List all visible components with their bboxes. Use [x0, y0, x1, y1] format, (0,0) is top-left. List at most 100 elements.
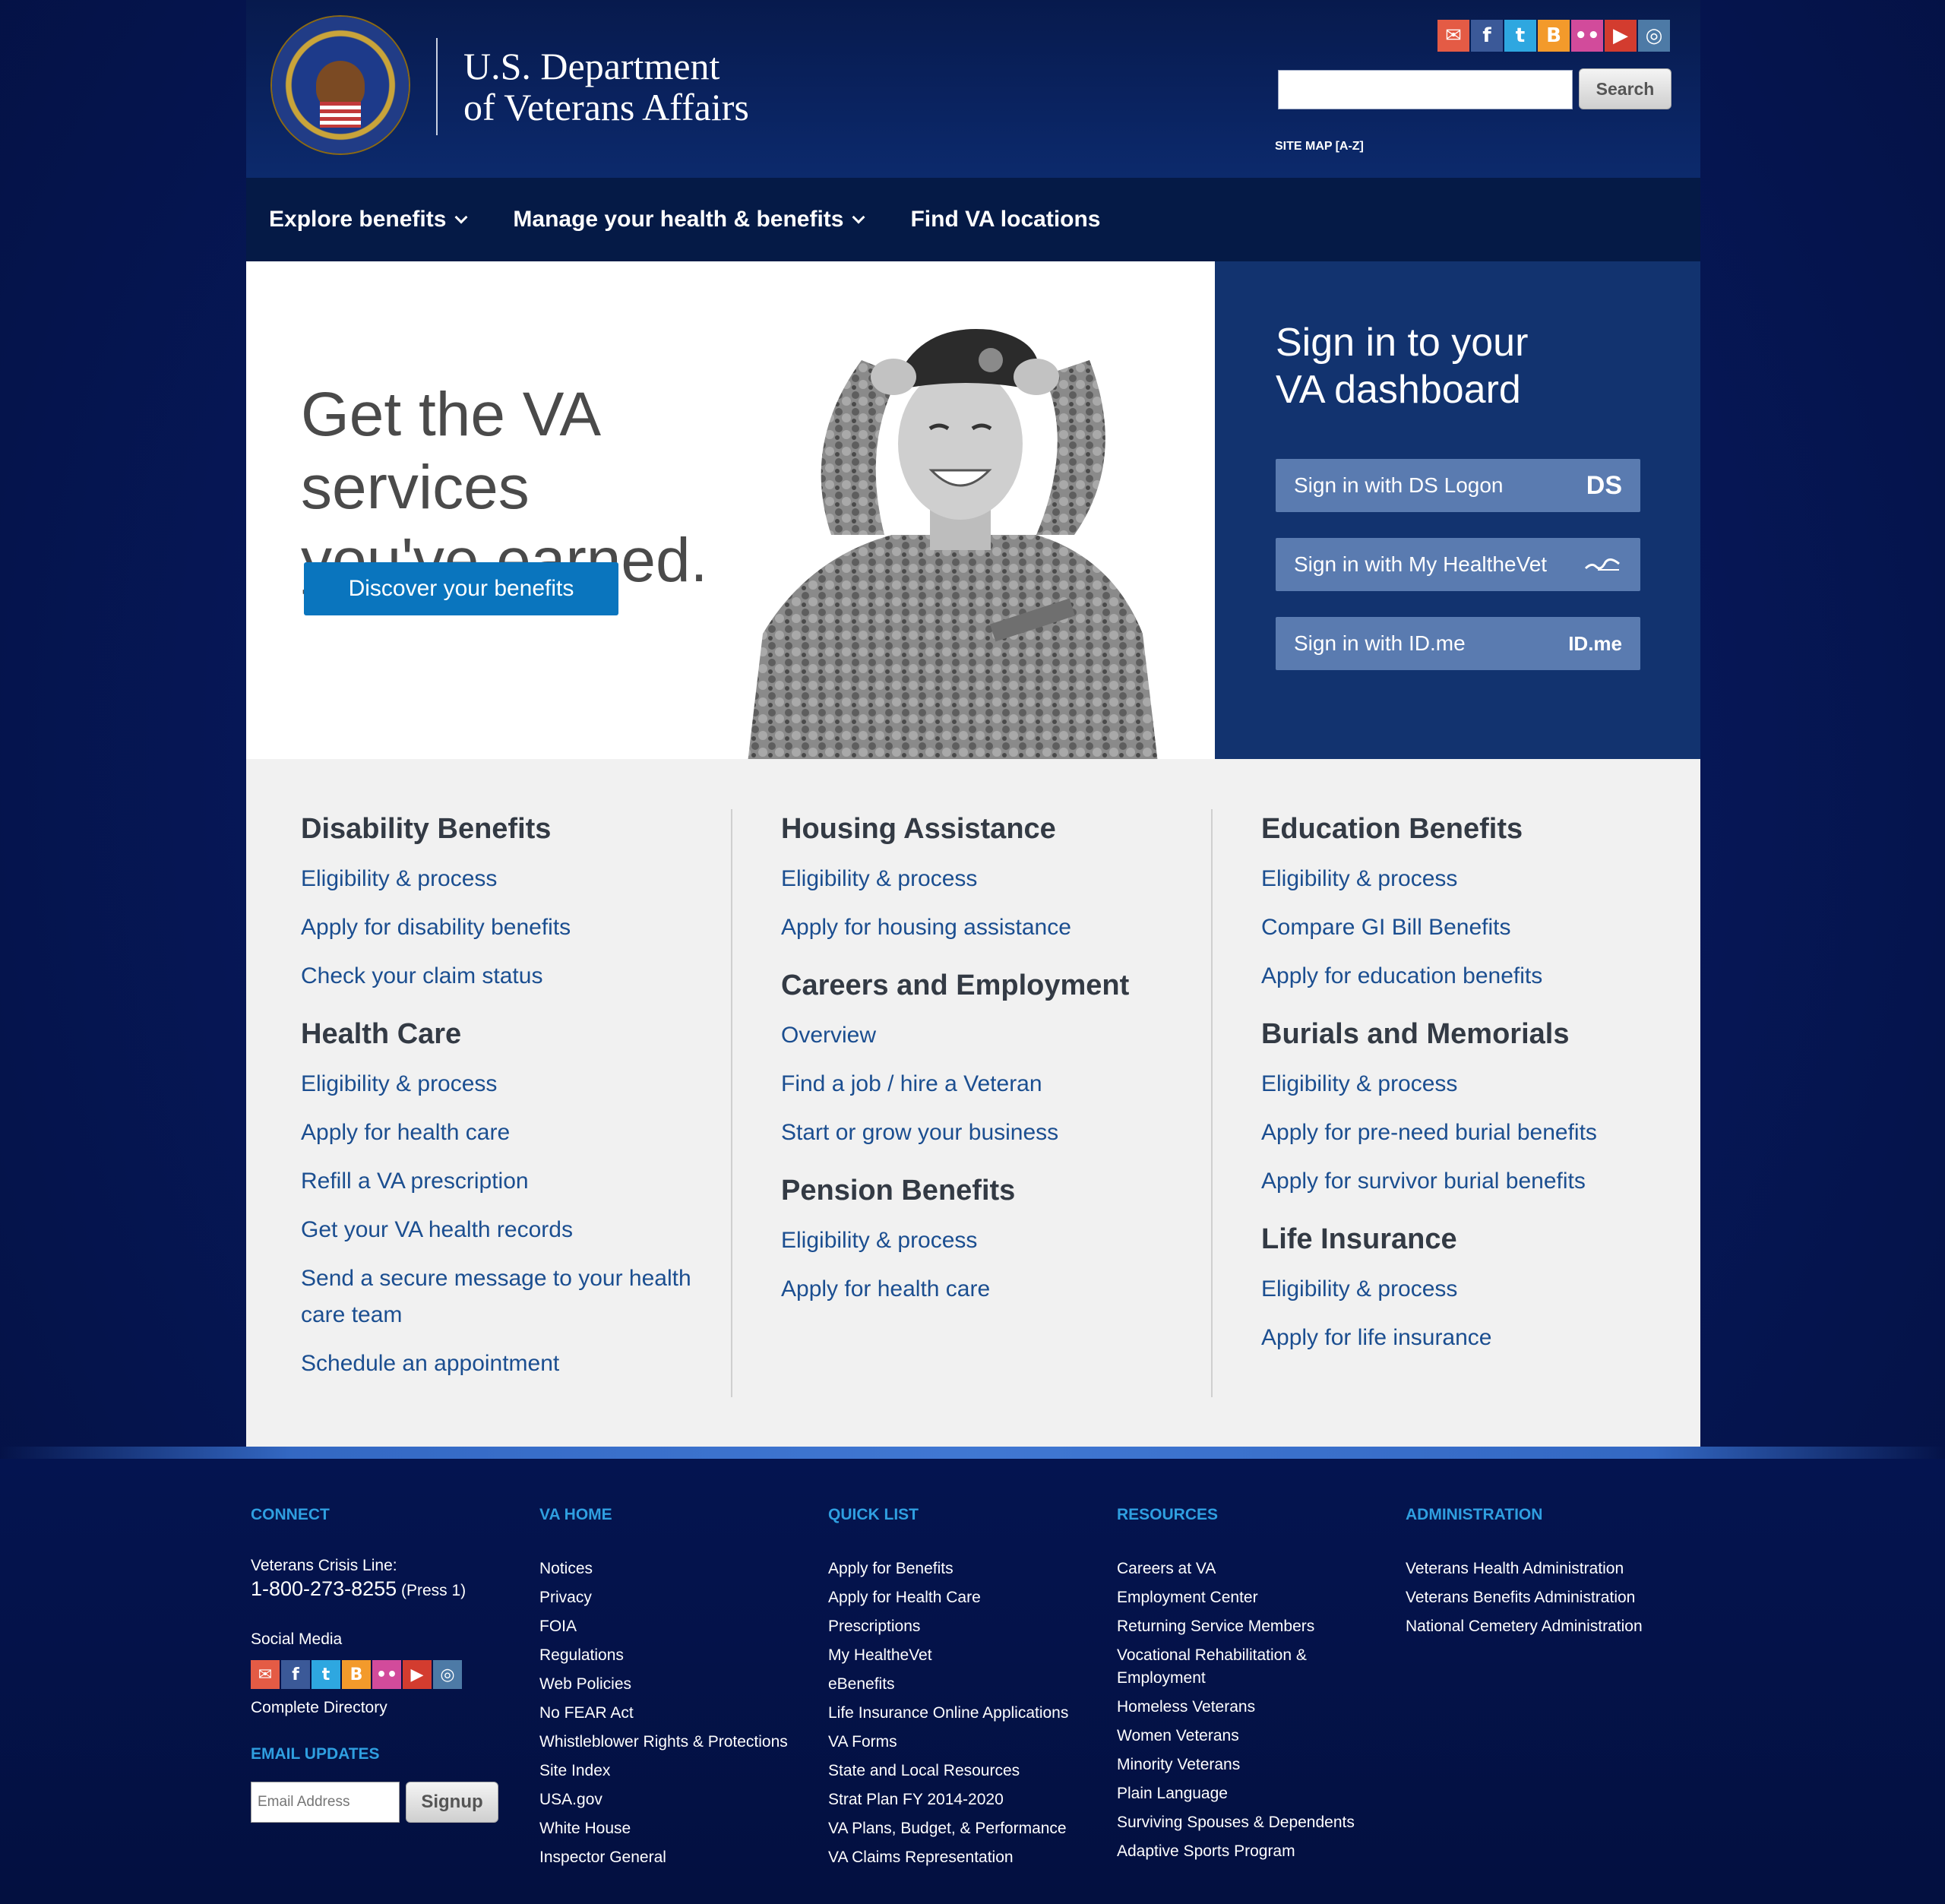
benefit-link[interactable]: Eligibility & process [781, 1222, 1207, 1259]
footer-link[interactable]: Strat Plan FY 2014-2020 [828, 1785, 1109, 1814]
email-address-input[interactable] [251, 1782, 400, 1823]
youtube-icon[interactable]: ▶ [403, 1660, 432, 1689]
instagram-icon[interactable]: ◎ [433, 1660, 462, 1689]
flickr-icon[interactable]: •• [1571, 20, 1603, 52]
footer-link[interactable]: eBenefits [828, 1670, 1109, 1699]
instagram-icon[interactable]: ◎ [1638, 20, 1670, 52]
category-title: Burials and Memorials [1261, 1018, 1570, 1050]
footer-link[interactable]: Veterans Health Administration [1406, 1555, 1687, 1583]
footer-link[interactable]: Vocational Rehabilitation & Employment [1117, 1644, 1398, 1690]
site-map-link[interactable]: SITE MAP [A-Z] [1275, 140, 1364, 153]
footer-link[interactable]: Whistleblower Rights & Protections [539, 1728, 821, 1757]
benefit-link[interactable]: Eligibility & process [781, 861, 1207, 897]
discover-benefits-button[interactable]: Discover your benefits [304, 562, 618, 615]
footer-link[interactable]: USA.gov [539, 1785, 821, 1814]
crisis-press-note: (Press 1) [401, 1582, 466, 1599]
benefit-link[interactable]: Apply for pre-need burial benefits [1261, 1115, 1687, 1151]
facebook-icon[interactable]: f [281, 1660, 310, 1689]
footer-link[interactable]: Inspector General [539, 1843, 821, 1872]
complete-directory-link[interactable]: Complete Directory [251, 1694, 532, 1722]
footer-link[interactable]: Returning Service Members [1117, 1612, 1398, 1641]
blog-icon[interactable]: B [342, 1660, 371, 1689]
site-map-az-link[interactable]: [A-Z] [1336, 140, 1364, 153]
email-icon[interactable]: ✉ [251, 1660, 280, 1689]
signup-button[interactable]: Signup [406, 1782, 498, 1823]
twitter-icon[interactable]: t [1504, 20, 1536, 52]
benefit-link[interactable]: Refill a VA prescription [301, 1163, 726, 1200]
footer-resources: RESOURCES Careers at VA Employment Cente… [1117, 1506, 1398, 1866]
signin-idme-button[interactable]: Sign in with ID.me ID.me [1276, 617, 1640, 670]
footer-link[interactable]: Web Policies [539, 1670, 821, 1699]
footer-link[interactable]: VA Plans, Budget, & Performance [828, 1814, 1109, 1843]
signin-myhealthevet-button[interactable]: Sign in with My HealtheVet [1276, 538, 1640, 591]
category-title: Education Benefits [1261, 813, 1523, 845]
benefit-link[interactable]: Compare GI Bill Benefits [1261, 909, 1687, 946]
footer-link[interactable]: VA Claims Representation [828, 1843, 1109, 1872]
footer-link[interactable]: Apply for Health Care [828, 1583, 1109, 1612]
footer-link[interactable]: National Cemetery Administration [1406, 1612, 1687, 1641]
search-input[interactable] [1278, 70, 1573, 109]
benefit-link[interactable]: Apply for life insurance [1261, 1320, 1687, 1356]
footer-link[interactable]: Prescriptions [828, 1612, 1109, 1641]
footer-link[interactable]: Careers at VA [1117, 1555, 1398, 1583]
benefit-link[interactable]: Apply for disability benefits [301, 909, 726, 946]
benefit-link[interactable]: Apply for survivor burial benefits [1261, 1163, 1687, 1200]
footer-link[interactable]: Life Insurance Online Applications [828, 1699, 1109, 1728]
blog-icon[interactable]: B [1538, 20, 1570, 52]
signin-ds-logon-button[interactable]: Sign in with DS Logon DS [1276, 459, 1640, 512]
footer-link[interactable]: Privacy [539, 1583, 821, 1612]
footer-link[interactable]: Adaptive Sports Program [1117, 1837, 1398, 1866]
footer-link[interactable]: Women Veterans [1117, 1722, 1398, 1751]
benefit-link[interactable]: Check your claim status [301, 958, 726, 995]
flickr-icon[interactable]: •• [372, 1660, 401, 1689]
benefit-link[interactable]: Eligibility & process [1261, 1066, 1687, 1102]
footer-link[interactable]: My HealtheVet [828, 1641, 1109, 1670]
search-button[interactable]: Search [1579, 68, 1671, 109]
crisis-phone: 1-800-273-8255 [251, 1577, 397, 1600]
footer-heading: QUICK LIST [828, 1506, 919, 1523]
footer-link[interactable]: Homeless Veterans [1117, 1693, 1398, 1722]
footer-link[interactable]: Notices [539, 1555, 821, 1583]
benefit-link[interactable]: Eligibility & process [1261, 1271, 1687, 1308]
signin-idme-label: Sign in with ID.me [1294, 631, 1466, 655]
youtube-icon[interactable]: ▶ [1605, 20, 1637, 52]
footer-link[interactable]: White House [539, 1814, 821, 1843]
footer-link[interactable]: Apply for Benefits [828, 1555, 1109, 1583]
benefit-link[interactable]: Schedule an appointment [301, 1346, 726, 1382]
nav-explore-benefits[interactable]: Explore benefits [269, 207, 468, 232]
agency-title[interactable]: U.S. Department of Veterans Affairs [463, 46, 749, 128]
footer-link[interactable]: Site Index [539, 1757, 821, 1785]
footer-link[interactable]: Plain Language [1117, 1779, 1398, 1808]
footer-link[interactable]: Employment Center [1117, 1583, 1398, 1612]
benefit-link[interactable]: Overview [781, 1017, 1207, 1054]
footer-link[interactable]: FOIA [539, 1612, 821, 1641]
benefit-link[interactable]: Find a job / hire a Veteran [781, 1066, 1207, 1102]
nav-find-va-locations[interactable]: Find VA locations [910, 207, 1100, 232]
benefit-link[interactable]: Apply for education benefits [1261, 958, 1687, 995]
category-title: Disability Benefits [301, 813, 552, 845]
footer-administration: ADMINISTRATION Veterans Health Administr… [1406, 1506, 1687, 1641]
benefit-link[interactable]: Eligibility & process [301, 1066, 726, 1102]
benefit-link[interactable]: Apply for housing assistance [781, 909, 1207, 946]
nav-manage-health-benefits[interactable]: Manage your health & benefits [513, 207, 865, 232]
email-icon[interactable]: ✉ [1437, 20, 1469, 52]
footer-link[interactable]: State and Local Resources [828, 1757, 1109, 1785]
footer-link[interactable]: Surviving Spouses & Dependents [1117, 1808, 1398, 1837]
benefit-link[interactable]: Get your VA health records [301, 1212, 726, 1248]
footer-link[interactable]: VA Forms [828, 1728, 1109, 1757]
footer-link[interactable]: No FEAR Act [539, 1699, 821, 1728]
benefits-column-1: Disability Benefits Eligibility & proces… [301, 812, 726, 1405]
va-seal-logo[interactable] [272, 17, 409, 153]
twitter-icon[interactable]: t [312, 1660, 340, 1689]
benefit-link[interactable]: Send a secure message to your health car… [301, 1260, 726, 1333]
benefit-link[interactable]: Apply for health care [301, 1115, 726, 1151]
footer-link[interactable]: Minority Veterans [1117, 1751, 1398, 1779]
crisis-line-number[interactable]: 1-800-273-8255 (Press 1) [251, 1577, 532, 1602]
benefit-link[interactable]: Apply for health care [781, 1271, 1207, 1308]
benefit-link[interactable]: Eligibility & process [1261, 861, 1687, 897]
facebook-icon[interactable]: f [1471, 20, 1503, 52]
footer-link[interactable]: Regulations [539, 1641, 821, 1670]
footer-link[interactable]: Veterans Benefits Administration [1406, 1583, 1687, 1612]
benefit-link[interactable]: Eligibility & process [301, 861, 726, 897]
benefit-link[interactable]: Start or grow your business [781, 1115, 1207, 1151]
